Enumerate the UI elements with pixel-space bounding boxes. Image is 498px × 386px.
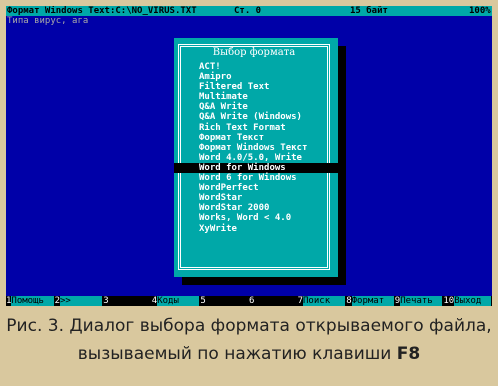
format-option[interactable]: Works, Word < 4.0 <box>174 213 338 223</box>
fkey-number: 6 <box>249 296 255 306</box>
format-option[interactable]: WordPerfect <box>174 183 338 193</box>
fkey-label: Помощь <box>11 296 54 306</box>
fkey-2[interactable]: 2>> <box>55 296 104 306</box>
status-size: 15 байт <box>350 6 388 16</box>
fkey-label: Формат <box>351 296 394 306</box>
function-key-bar: 1Помощь 2>> 3 4Коды 5 6 7Поиск 8Формат 9Печать 10… <box>6 296 492 306</box>
fkey-label: >> <box>60 296 103 306</box>
fkey-label: Выход <box>454 296 492 306</box>
format-option[interactable]: Word for Windows <box>174 162 338 174</box>
format-option[interactable]: Amipro <box>174 72 338 82</box>
format-option[interactable]: ACT! <box>174 62 338 72</box>
figure-caption: Рис. 3. Диалог выбора формата открываемо… <box>0 312 498 368</box>
viewer-status-bar: Формат Windows Text:C:\NO_VIRUS.TXT Ст. … <box>6 6 492 16</box>
format-option[interactable]: Word 4.0/5.0, Write <box>174 153 338 163</box>
fkey-5[interactable]: 5 <box>200 296 249 306</box>
fkey-label: Поиск <box>303 296 346 306</box>
format-option[interactable]: XyWrite <box>174 224 338 234</box>
fkey-9[interactable]: 9Печать <box>395 296 444 306</box>
status-percent: 100% <box>469 6 491 16</box>
format-option[interactable]: Q&A Write (Windows) <box>174 112 338 122</box>
format-option[interactable]: WordStar <box>174 193 338 203</box>
fkey-6[interactable]: 6 <box>249 296 298 306</box>
fkey-1[interactable]: 1Помощь <box>6 296 55 306</box>
fkey-4[interactable]: 4Коды <box>152 296 201 306</box>
status-filename: Формат Windows Text:C:\NO_VIRUS.TXT <box>7 6 197 16</box>
caption-key: F8 <box>396 344 421 364</box>
format-option[interactable]: Формат Windows Текст <box>174 143 338 153</box>
format-dialog[interactable]: Выбор формата ACT! Amipro Filtered Text Mul… <box>174 38 338 277</box>
fkey-number: 3 <box>103 296 109 306</box>
fkey-label: Коды <box>157 296 200 306</box>
format-list[interactable]: ACT! Amipro Filtered Text Multimate Q&A Writ… <box>174 62 338 234</box>
format-option[interactable]: Word 6 for Windows <box>174 173 338 183</box>
format-option[interactable]: Q&A Write <box>174 102 338 112</box>
fkey-number: 5 <box>200 296 206 306</box>
document-text: Типа вирус, ага <box>7 16 89 26</box>
format-option[interactable]: Filtered Text <box>174 82 338 92</box>
fkey-7[interactable]: 7Поиск <box>298 296 347 306</box>
format-option[interactable]: Rich Text Format <box>174 123 338 133</box>
fkey-3[interactable]: 3 <box>103 296 152 306</box>
terminal-screen: Формат Windows Text:C:\NO_VIRUS.TXT Ст. … <box>6 6 492 306</box>
fkey-10[interactable]: 10Выход <box>443 296 492 306</box>
status-line: Ст. 0 <box>234 6 262 16</box>
dialog-title-text: Выбор формата <box>208 47 300 58</box>
format-option[interactable]: Формат Текст <box>174 133 338 143</box>
dialog-title: Выбор формата <box>181 47 327 59</box>
format-option[interactable]: WordStar 2000 <box>174 203 338 213</box>
fkey-8[interactable]: 8Формат <box>346 296 395 306</box>
fkey-number: 10 <box>443 296 455 306</box>
format-option[interactable]: Multimate <box>174 92 338 102</box>
fkey-label: Печать <box>400 296 443 306</box>
